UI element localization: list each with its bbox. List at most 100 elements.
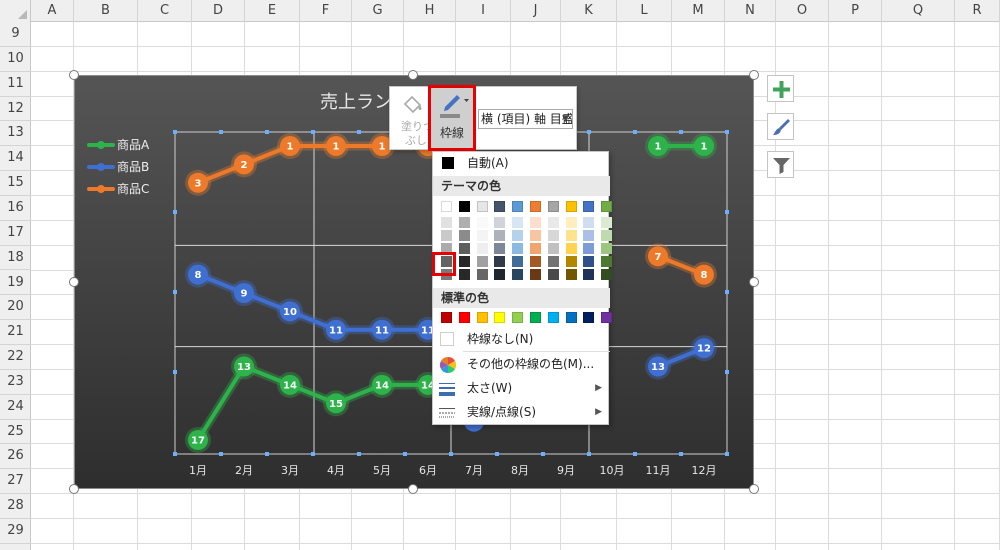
resize-handle-se[interactable]	[749, 484, 759, 494]
theme-color-shade[interactable]	[458, 217, 470, 228]
row-header-23[interactable]: 23	[0, 370, 31, 395]
theme-color-shade[interactable]	[565, 243, 577, 254]
column-header-m[interactable]: M	[672, 0, 725, 22]
fill-button[interactable]: 塗りつ ぶし	[393, 90, 434, 148]
column-header-l[interactable]: L	[617, 0, 672, 22]
theme-color-shade[interactable]	[583, 230, 595, 241]
column-header-b[interactable]: B	[74, 0, 138, 22]
column-header-p[interactable]: P	[829, 0, 882, 22]
row-header-27[interactable]: 27	[0, 469, 31, 495]
theme-color-swatch[interactable]	[565, 201, 577, 212]
no-outline-item[interactable]: 枠線なし(N)	[433, 328, 610, 350]
column-header-g[interactable]: G	[352, 0, 404, 22]
theme-color-shade[interactable]	[601, 230, 613, 241]
row-header-11[interactable]: 11	[0, 72, 31, 97]
theme-color-swatch[interactable]	[583, 201, 595, 212]
theme-color-shade[interactable]	[583, 243, 595, 254]
column-header-j[interactable]: J	[511, 0, 561, 22]
column-header-d[interactable]: D	[192, 0, 245, 22]
theme-color-shade[interactable]	[547, 269, 559, 280]
theme-color-shade[interactable]	[547, 256, 559, 267]
theme-color-shade[interactable]	[476, 269, 488, 280]
theme-color-shade[interactable]	[458, 243, 470, 254]
standard-color-swatch[interactable]	[512, 312, 524, 323]
theme-color-shade[interactable]	[512, 256, 524, 267]
row-header-17[interactable]: 17	[0, 221, 31, 246]
theme-color-shade[interactable]	[512, 217, 524, 228]
theme-color-shade[interactable]	[601, 217, 613, 228]
theme-color-shade[interactable]	[476, 230, 488, 241]
theme-color-shade[interactable]	[583, 269, 595, 280]
auto-color-item[interactable]: 自動(A)	[433, 152, 610, 174]
theme-color-shade[interactable]	[565, 217, 577, 228]
theme-color-shade[interactable]	[494, 230, 506, 241]
theme-color-shade[interactable]	[458, 256, 470, 267]
more-colors-item[interactable]: その他の枠線の色(M)...	[433, 353, 610, 375]
standard-color-swatch[interactable]	[601, 312, 613, 323]
theme-color-shade[interactable]	[441, 230, 452, 241]
standard-color-swatch[interactable]	[441, 312, 452, 323]
theme-color-shade[interactable]	[458, 269, 470, 280]
standard-color-swatch[interactable]	[547, 312, 559, 323]
theme-color-shade[interactable]	[494, 256, 506, 267]
column-header-k[interactable]: K	[561, 0, 617, 22]
theme-color-shade[interactable]	[547, 243, 559, 254]
row-header-21[interactable]: 21	[0, 320, 31, 346]
standard-color-swatch[interactable]	[583, 312, 595, 323]
resize-handle-sw[interactable]	[69, 484, 79, 494]
theme-color-shade[interactable]	[441, 217, 452, 228]
theme-color-shade[interactable]	[512, 243, 524, 254]
theme-color-swatch[interactable]	[441, 201, 452, 212]
theme-color-shade[interactable]	[530, 269, 541, 280]
resize-handle-w[interactable]	[69, 277, 79, 287]
row-header-29[interactable]: 29	[0, 519, 31, 544]
row-header-19[interactable]: 19	[0, 271, 31, 296]
theme-color-shade[interactable]	[565, 269, 577, 280]
row-header-15[interactable]: 15	[0, 171, 31, 196]
chart-element-select[interactable]: 横 (項目) 軸 目盛 ▼	[478, 109, 573, 129]
theme-color-shade[interactable]	[530, 217, 541, 228]
theme-color-shade[interactable]	[547, 217, 559, 228]
row-header-28[interactable]: 28	[0, 494, 31, 519]
column-header-f[interactable]: F	[300, 0, 352, 22]
column-header-i[interactable]: I	[456, 0, 511, 22]
row-header-13[interactable]: 13	[0, 121, 31, 147]
theme-color-swatch[interactable]	[458, 201, 470, 212]
theme-color-shade[interactable]	[458, 230, 470, 241]
theme-color-swatch[interactable]	[530, 201, 541, 212]
row-header-24[interactable]: 24	[0, 395, 31, 420]
standard-color-swatch[interactable]	[458, 312, 470, 323]
row-header-18[interactable]: 18	[0, 246, 31, 271]
standard-color-swatch[interactable]	[530, 312, 541, 323]
resize-handle-nw[interactable]	[69, 70, 79, 80]
column-header-e[interactable]: E	[245, 0, 300, 22]
theme-color-shade[interactable]	[512, 230, 524, 241]
theme-color-swatch[interactable]	[512, 201, 524, 212]
theme-color-swatch[interactable]	[494, 201, 506, 212]
row-header-26[interactable]: 26	[0, 444, 31, 470]
standard-color-swatch[interactable]	[476, 312, 488, 323]
dashes-item[interactable]: 実線/点線(S) ▶	[433, 401, 610, 423]
theme-color-shade[interactable]	[530, 243, 541, 254]
column-header-h[interactable]: H	[404, 0, 456, 22]
row-header-20[interactable]: 20	[0, 295, 31, 321]
row-header-10[interactable]: 10	[0, 47, 31, 72]
theme-color-shade[interactable]	[601, 256, 613, 267]
theme-color-shade[interactable]	[601, 269, 613, 280]
theme-color-swatch[interactable]	[476, 201, 488, 212]
row-header-12[interactable]: 12	[0, 97, 31, 122]
theme-color-swatch[interactable]	[601, 201, 613, 212]
standard-color-swatch[interactable]	[494, 312, 506, 323]
weight-item[interactable]: 太さ(W) ▶	[433, 377, 610, 399]
theme-color-shade[interactable]	[601, 243, 613, 254]
theme-color-shade[interactable]	[547, 230, 559, 241]
theme-color-shade[interactable]	[565, 256, 577, 267]
select-all-corner[interactable]	[0, 0, 31, 22]
outline-button[interactable]: 枠線	[428, 85, 476, 151]
theme-color-shade[interactable]	[494, 217, 506, 228]
resize-handle-s[interactable]	[408, 484, 418, 494]
column-header-a[interactable]: A	[31, 0, 74, 22]
row-header-25[interactable]: 25	[0, 420, 31, 445]
theme-color-shade[interactable]	[476, 217, 488, 228]
theme-color-shade[interactable]	[494, 243, 506, 254]
